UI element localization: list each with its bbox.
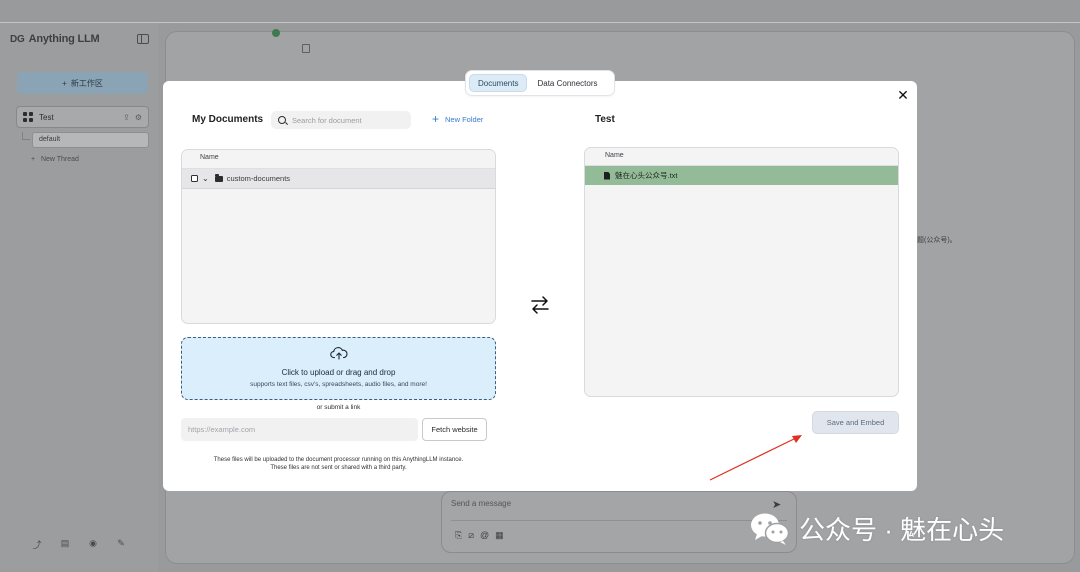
wrench-icon[interactable]: ✎ [114,538,128,550]
new-folder-label: New Folder [445,114,484,124]
workspace-documents-list: Name 魅在心头公众号.txt [584,147,899,397]
search-icon [278,116,286,124]
attach-icon[interactable]: ⎘ [455,530,462,541]
slash-command-icon[interactable]: ⧄ [468,530,474,541]
composer-divider [451,520,787,521]
modal-tabs: Documents Data Connectors [465,70,615,96]
column-header-name: Name [585,148,898,166]
folder-icon [214,173,223,182]
watermark-text: 公众号 · 魅在心头 [799,515,1005,545]
file-row[interactable]: 魅在心头公众号.txt [585,166,898,185]
thread-branch-line [22,132,30,140]
column-header-name: Name [182,150,495,169]
watermark: 公众号 · 魅在心头 [749,510,1004,547]
new-workspace-button[interactable]: + 新工作区 [17,72,148,94]
wechat-icon [751,513,790,545]
new-thread-label: New Thread [40,156,79,163]
tab-data-connectors[interactable]: Data Connectors [529,74,605,92]
sidebar-footer-icons: ⤴ ▤ ◉ ✎ [30,538,128,550]
message-input[interactable]: Send a message [451,499,511,508]
docs-icon[interactable]: ▤ [58,538,72,550]
thread-item-default[interactable]: default [32,132,149,148]
plus-icon: + [432,112,440,126]
copy-icon[interactable] [302,44,310,53]
upload-title: Click to upload or drag and drop [281,368,396,377]
url-input[interactable] [181,418,418,441]
swap-arrows-icon [531,296,549,314]
my-documents-list: Name ⌄ custom-documents [181,149,496,324]
top-divider [0,22,1080,23]
close-icon[interactable]: ✕ [896,88,910,102]
file-name: 魅在心头公众号.txt [615,171,678,180]
app-logo: DG Anything LLM [10,33,100,45]
upload-dropzone[interactable]: Click to upload or drag and drop support… [181,337,496,400]
discord-icon[interactable]: ◉ [86,538,100,550]
text-size-icon[interactable]: ▦ [495,530,504,541]
folder-row[interactable]: ⌄ custom-documents [182,169,495,189]
search-input[interactable] [292,115,402,125]
chevron-down-icon[interactable]: ⌄ [202,174,209,183]
plus-icon: + [62,78,67,88]
gear-icon[interactable]: ⚙ [135,113,142,122]
annotation-arrow [709,435,802,481]
folder-checkbox[interactable] [191,175,198,182]
sidebar-collapse-icon[interactable] [137,34,149,44]
community-icon[interactable]: ⤴ [30,538,44,550]
logo-icon: DG [10,33,25,45]
disclaimer-line-1: These files will be uploaded to the docu… [213,457,464,463]
my-documents-title: My Documents [192,114,264,125]
composer-tools: ⎘ ⧄ @ ▦ [455,530,504,541]
at-agent-icon[interactable]: @ [480,530,489,541]
disclaimer-line-2: These files are not sent or shared with … [270,465,407,471]
save-and-embed-button[interactable]: Save and Embed [812,411,899,434]
new-folder-button[interactable]: + New Folder [432,112,484,126]
file-icon [604,171,610,180]
status-dot [272,29,280,37]
fetch-website-button[interactable]: Fetch website [422,418,487,441]
document-search [271,111,411,129]
new-thread-button[interactable]: + New Thread [31,156,79,163]
new-workspace-label: 新工作区 [70,78,103,88]
upload-subtitle: supports text files, csv's, spreadsheets… [250,381,427,388]
sidebar-item-workspace[interactable]: Test ⇪ ⚙ [16,106,149,128]
upload-icon[interactable]: ⇪ [123,113,130,122]
chat-text-fragment: 题(公众号)。 [917,237,957,244]
workspace-title: Test [595,114,615,125]
or-submit-link-label: or submit a link [316,404,361,411]
tab-documents[interactable]: Documents [469,74,528,92]
workspace-name: Test [39,112,54,122]
workspace-grid-icon [23,112,33,122]
app-brand-name: Anything LLM [28,33,100,45]
folder-name: custom-documents [226,174,291,183]
upload-disclaimer: These files will be uploaded to the docu… [181,456,496,472]
cloud-upload-icon [329,347,348,360]
